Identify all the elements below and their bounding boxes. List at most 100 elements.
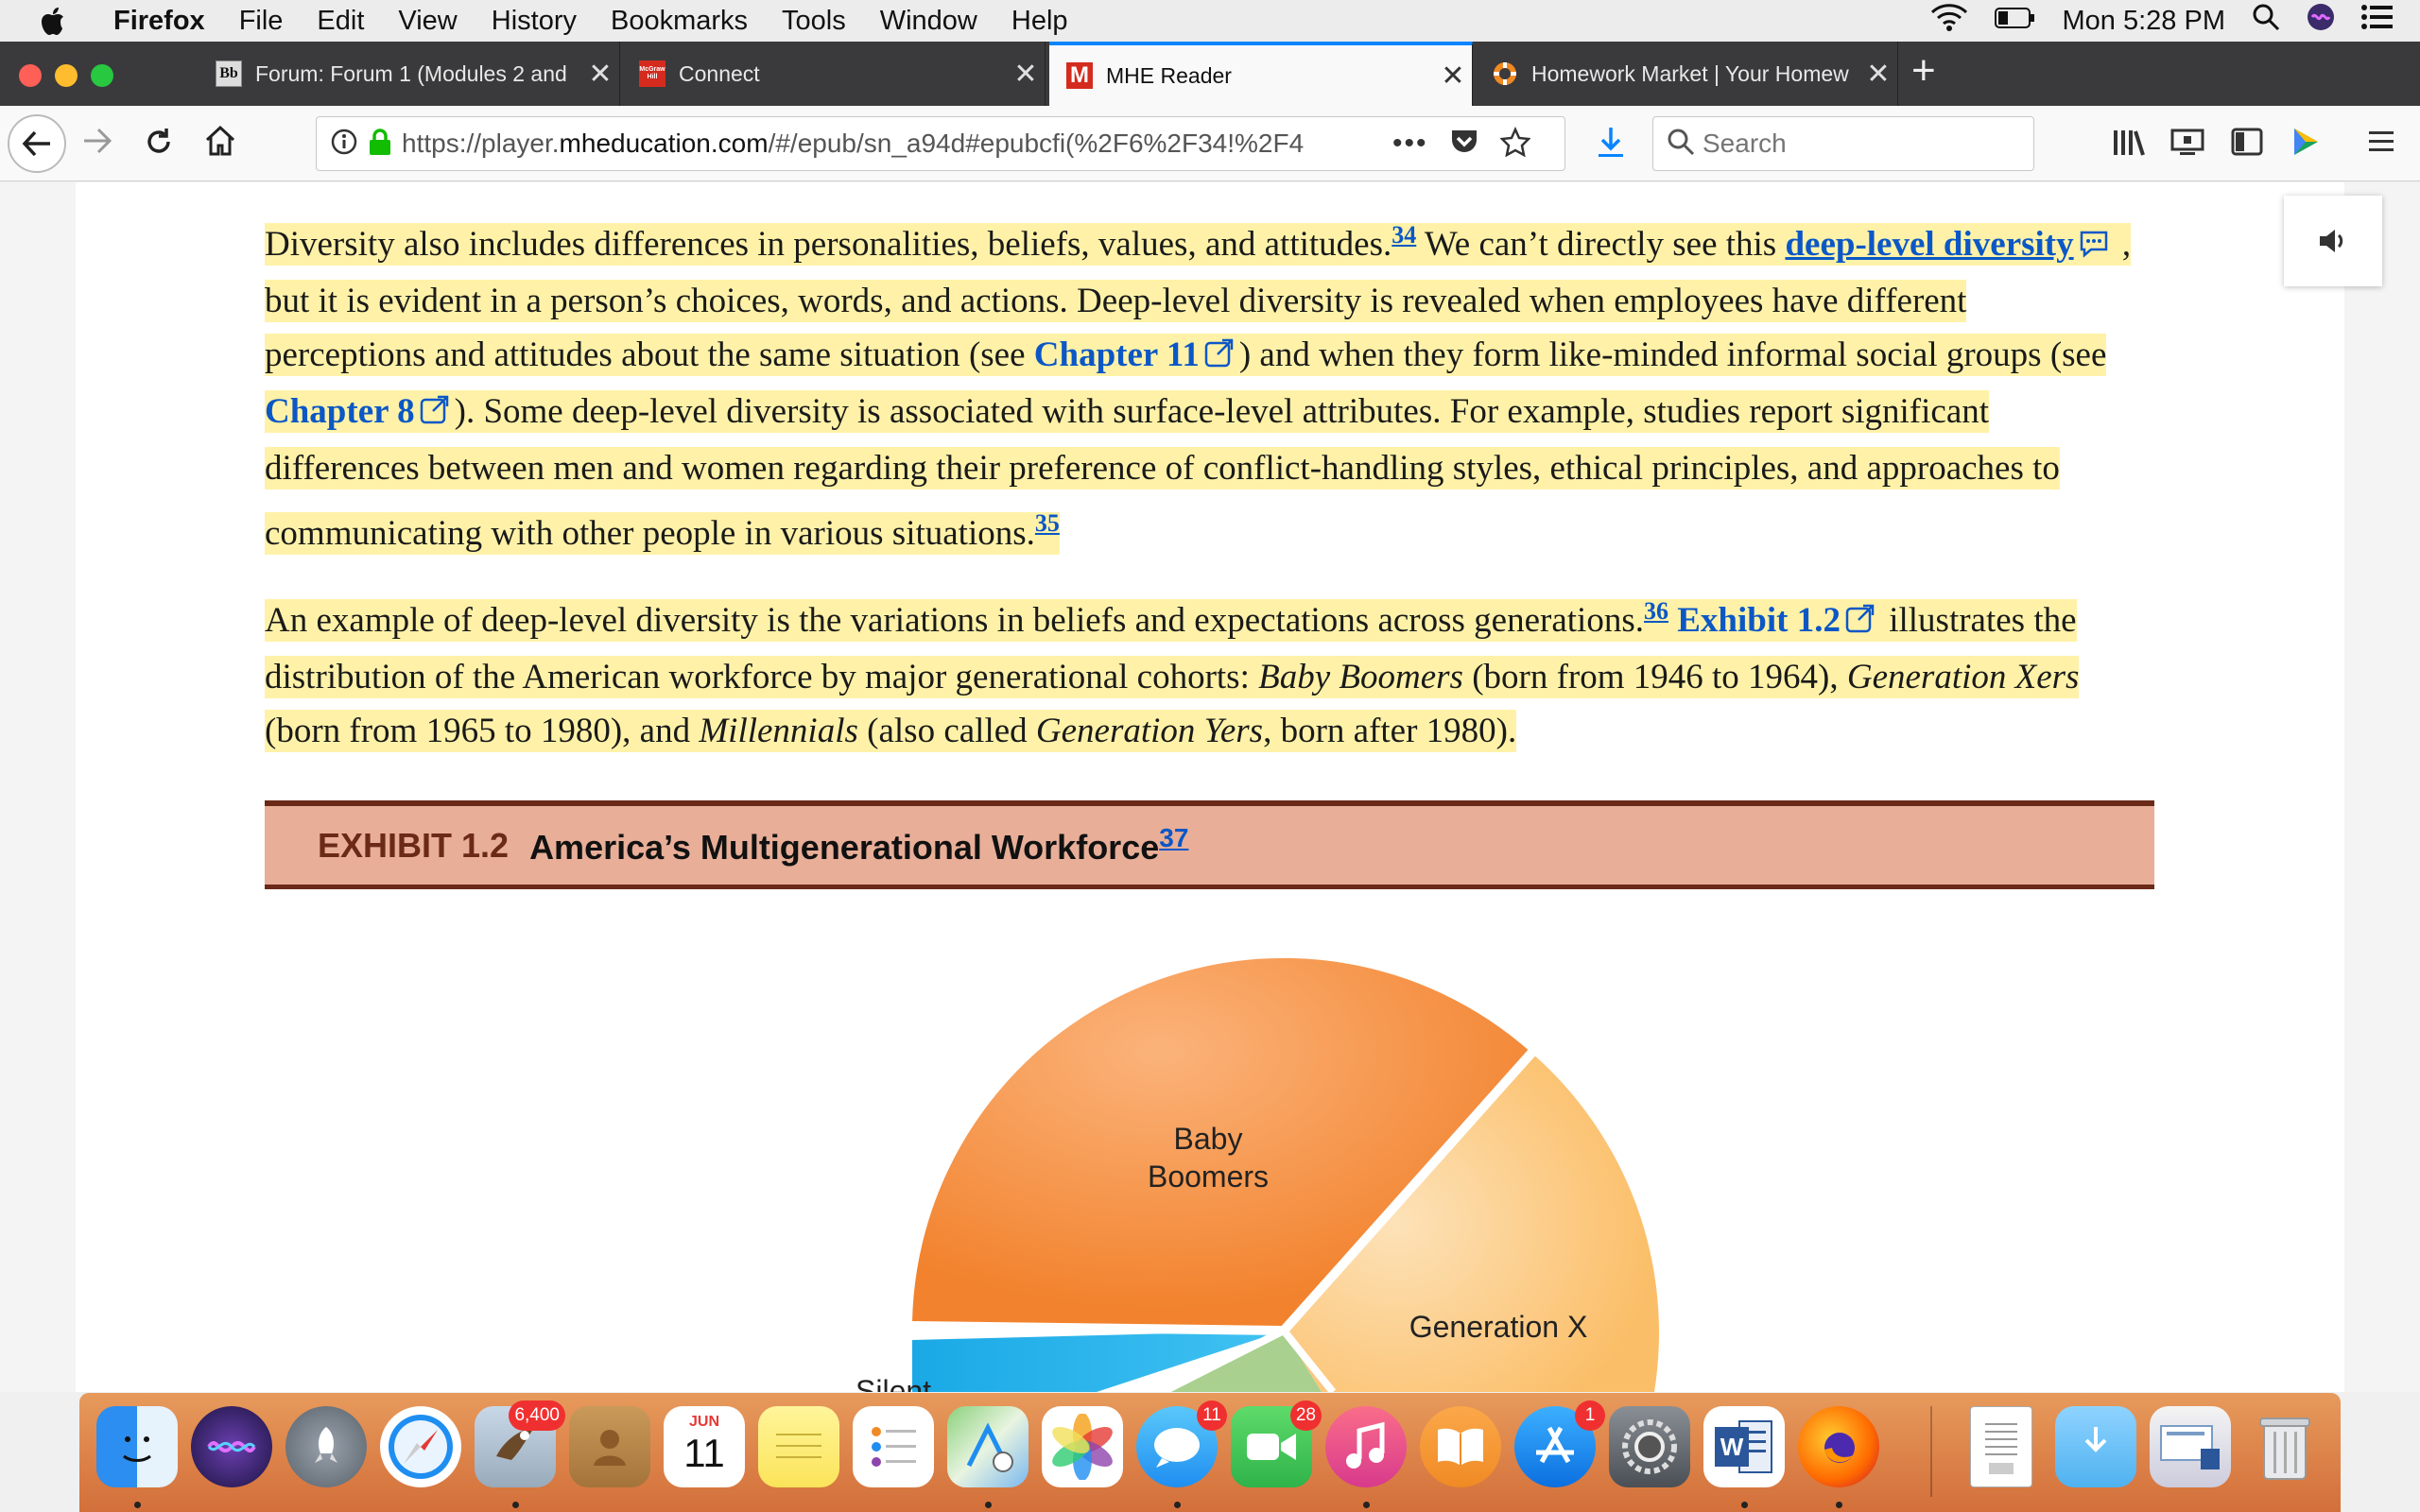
ibooks-icon[interactable] (1420, 1406, 1501, 1487)
url-text[interactable]: https://player.mheducation.com/#/epub/sn… (402, 129, 1375, 159)
mhe-favicon: M (1066, 62, 1093, 89)
app-store-icon[interactable]: 1 (1514, 1400, 1605, 1487)
wifi-icon[interactable] (1930, 3, 1968, 39)
system-preferences-icon[interactable] (1609, 1406, 1690, 1487)
play-extension-icon[interactable] (2291, 127, 2320, 157)
reminders-icon[interactable] (853, 1406, 934, 1487)
tab-title: Forum: Forum 1 (Modules 2 and (255, 60, 567, 86)
url-bar[interactable]: https://player.mheducation.com/#/epub/sn… (316, 116, 1565, 171)
reload-button[interactable] (144, 127, 174, 157)
search-input[interactable] (1703, 129, 2014, 159)
menu-bookmarks[interactable]: Bookmarks (611, 6, 748, 37)
search-bar[interactable] (1652, 116, 2034, 171)
pie-label-partial: Silent (856, 1374, 931, 1392)
photos-icon[interactable] (1042, 1406, 1123, 1487)
secure-lock-icon[interactable] (368, 128, 392, 161)
close-window-button[interactable] (19, 64, 42, 87)
pocket-icon[interactable] (1449, 128, 1479, 161)
facetime-icon[interactable]: 28 (1231, 1400, 1322, 1487)
new-tab-button[interactable]: + (1911, 47, 1936, 94)
menu-help[interactable]: Help (1011, 6, 1068, 37)
pie-label-baby-boomers-1: Baby (1174, 1122, 1243, 1156)
tab-title: Connect (679, 60, 760, 86)
calendar-icon[interactable]: JUN 11 (664, 1406, 745, 1487)
tab-strip: Bb Forum: Forum 1 (Modules 2 and ✕ McGra… (0, 42, 2420, 106)
tab-homework-market[interactable]: Homework Market | Your Homew ✕ (1475, 42, 1898, 106)
downloads-icon[interactable] (1596, 125, 1626, 159)
messages-icon[interactable]: 11 (1136, 1400, 1227, 1487)
menu-window[interactable]: Window (880, 6, 977, 37)
zoom-window-button[interactable] (91, 64, 113, 87)
mcgraw-hill-favicon: McGraw Hill (639, 60, 666, 87)
running-indicator (512, 1502, 519, 1508)
dock-separator (1930, 1406, 1932, 1497)
tab-forum[interactable]: Bb Forum: Forum 1 (Modules 2 and ✕ (199, 42, 620, 106)
library-icon[interactable] (2112, 129, 2146, 157)
pie-label-baby-boomers-2: Boomers (1148, 1160, 1269, 1194)
running-indicator (1174, 1502, 1181, 1508)
running-indicator (1836, 1502, 1842, 1508)
screenshot-icon[interactable] (2170, 127, 2204, 157)
forward-button[interactable] (81, 127, 113, 155)
page-actions-icon[interactable]: ••• (1392, 128, 1428, 160)
messages-badge: 11 (1197, 1400, 1227, 1431)
dock: 6,400 JUN 11 11 28 1 W (79, 1393, 2341, 1512)
notification-center-icon[interactable] (2361, 5, 2394, 37)
menu-app-firefox[interactable]: Firefox (113, 6, 205, 37)
microsoft-word-icon[interactable]: W (1703, 1406, 1785, 1487)
back-button[interactable] (8, 114, 66, 173)
bookmark-star-icon[interactable] (1498, 126, 1531, 162)
search-icon (1667, 128, 1695, 161)
contacts-icon[interactable] (569, 1406, 650, 1487)
lifebuoy-icon (1492, 60, 1518, 87)
trash-icon[interactable] (2244, 1406, 2325, 1487)
running-indicator (1363, 1502, 1370, 1508)
close-tab-icon[interactable]: ✕ (1859, 58, 1897, 91)
sidebar-icon[interactable] (2231, 127, 2263, 157)
tab-title: MHE Reader (1106, 62, 1232, 88)
spotlight-icon[interactable] (2252, 3, 2280, 39)
tab-mhe-reader[interactable]: M MHE Reader ✕ (1049, 42, 1473, 106)
window-controls (19, 64, 127, 87)
calendar-month: JUN (688, 1414, 719, 1430)
apple-menu-icon[interactable] (26, 0, 79, 42)
menu-edit[interactable]: Edit (317, 6, 364, 37)
info-icon[interactable] (330, 128, 358, 161)
home-button[interactable] (204, 125, 236, 157)
hamburger-menu-icon[interactable] (2367, 129, 2395, 155)
svg-text:W: W (1720, 1433, 1744, 1461)
maps-icon[interactable] (947, 1406, 1028, 1487)
close-tab-icon[interactable]: ✕ (1434, 60, 1472, 93)
itunes-icon[interactable] (1325, 1406, 1407, 1487)
launchpad-icon[interactable] (285, 1406, 367, 1487)
mail-icon[interactable]: 6,400 (475, 1400, 565, 1487)
tab-connect[interactable]: McGraw Hill Connect ✕ (622, 42, 1046, 106)
calendar-day: 11 (683, 1431, 725, 1475)
recent-documents-stack-icon[interactable] (2150, 1406, 2231, 1487)
running-indicator (134, 1502, 141, 1508)
app-store-badge: 1 (1575, 1400, 1605, 1431)
siri-icon[interactable] (2307, 3, 2335, 39)
safari-icon[interactable] (380, 1406, 461, 1487)
running-indicator (1741, 1502, 1748, 1508)
notes-icon[interactable] (758, 1406, 839, 1487)
menu-tools[interactable]: Tools (782, 6, 846, 37)
siri-dock-icon[interactable] (191, 1406, 272, 1487)
pie-label-generation-x: Generation X (1409, 1310, 1588, 1344)
minimize-window-button[interactable] (55, 64, 78, 87)
downloads-folder-icon[interactable] (2055, 1406, 2136, 1487)
battery-icon[interactable] (1994, 6, 2036, 37)
document-file-icon[interactable] (1970, 1406, 2032, 1487)
finder-icon[interactable] (96, 1406, 178, 1487)
blackboard-favicon: Bb (216, 60, 242, 87)
mail-badge: 6,400 (509, 1400, 565, 1431)
menu-history[interactable]: History (492, 6, 577, 37)
menu-view[interactable]: View (398, 6, 457, 37)
clock[interactable]: Mon 5:28 PM (2063, 6, 2225, 37)
navigation-toolbar: https://player.mheducation.com/#/epub/sn… (0, 106, 2420, 181)
menu-bar: Firefox File Edit View History Bookmarks… (0, 0, 2420, 42)
firefox-dock-icon[interactable] (1798, 1406, 1879, 1487)
close-tab-icon[interactable]: ✕ (1007, 58, 1045, 91)
close-tab-icon[interactable]: ✕ (581, 58, 619, 91)
menu-file[interactable]: File (239, 6, 284, 37)
